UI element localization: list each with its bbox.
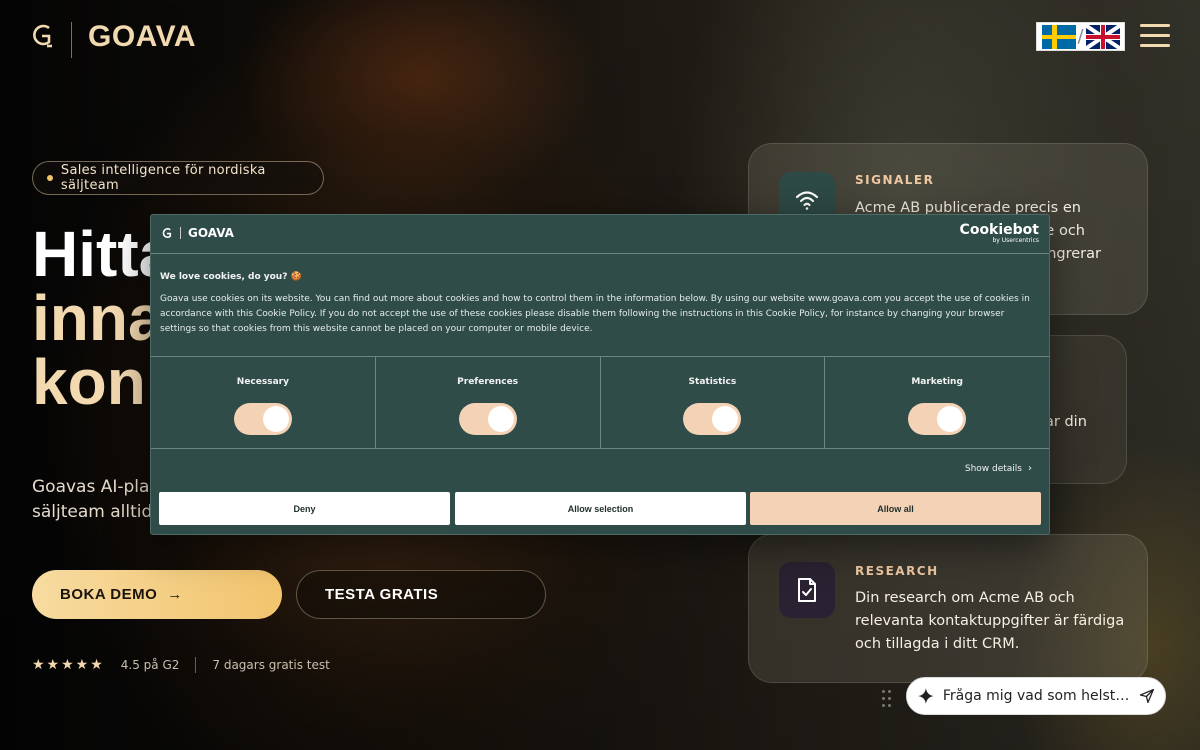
logo-divider [71,22,72,58]
marketing-toggle[interactable] [908,403,967,435]
rating-divider [195,657,197,673]
uk-flag-icon[interactable] [1085,24,1120,49]
cookie-logo-text: GOAVA [188,226,234,240]
allow-selection-button[interactable]: Allow selection [455,492,746,525]
cookiebot-brand-sub: by Usercentrics [992,237,1039,244]
category-label: Marketing [911,377,963,387]
try-free-label: TESTA GRATIS [325,586,439,603]
goava-logo-text[interactable]: GOAVA [88,20,196,54]
necessary-toggle[interactable] [233,403,292,435]
ai-chat-input[interactable]: Fråga mig vad som helst ... [906,677,1166,715]
cookiebot-brand: Cookiebot [959,222,1039,238]
show-details-label: Show details [964,464,1022,474]
cookie-dialog-body: Goava use cookies on its website. You ca… [160,294,1030,334]
site-header: GOAVA / [0,0,1200,80]
research-card: RESEARCH Din research om Acme AB och rel… [748,534,1148,683]
category-label: Preferences [457,377,519,387]
book-demo-button[interactable]: BOKA DEMO → [32,570,282,619]
cookie-category-preferences: Preferences [376,357,601,448]
arrow-right-icon: → [167,586,183,603]
cookie-categories: Necessary Preferences Statistics Marketi… [151,356,1049,449]
allow-all-button[interactable]: Allow all [750,492,1041,525]
category-label: Necessary [236,377,289,387]
signals-label: SIGNALER [855,173,935,187]
goava-logo-mark[interactable] [30,22,54,50]
language-separator: / [1077,26,1084,47]
cookie-category-statistics: Statistics [601,357,826,448]
try-free-button[interactable]: TESTA GRATIS [296,570,546,619]
free-trial-text: 7 dagars gratis test [212,658,330,672]
cookie-category-marketing: Marketing [825,357,1049,448]
language-switcher[interactable]: / [1036,22,1125,51]
cookie-dialog-title: We love cookies, do you? 🍪 [160,272,302,282]
cookie-consent-dialog: GOAVA Cookiebot by Usercentrics We love … [150,214,1050,535]
drag-handle-icon[interactable] [882,690,894,710]
cookiebot-logo[interactable]: Cookiebot by Usercentrics [960,223,1039,244]
document-check-icon [779,562,835,618]
show-details-link[interactable]: Show details › [965,463,1032,474]
research-label: RESEARCH [855,564,939,578]
chevron-right-icon: › [1028,463,1032,474]
research-text: Din research om Acme AB och relevanta ko… [855,590,1125,652]
preferences-toggle[interactable] [458,403,517,435]
swedish-flag-icon[interactable] [1041,24,1076,49]
hero-badge-text: Sales intelligence för nordiska säljteam [60,163,266,193]
cookie-goava-logo: GOAVA [161,226,234,240]
book-demo-label: BOKA DEMO [60,586,158,603]
cookie-category-necessary: Necessary [151,357,376,448]
rating-row: ★★★★★ 4.5 på G2 7 dagars gratis test [32,657,330,673]
category-label: Statistics [688,377,737,387]
rating-stars-icon: ★★★★★ [32,657,105,673]
sparkle-icon [917,688,934,704]
badge-dot-icon [47,175,53,181]
send-icon[interactable] [1139,688,1155,704]
hamburger-menu-icon[interactable] [1140,24,1170,48]
middle-card-text: ar din [1045,414,1087,430]
hero-badge: Sales intelligence för nordiska säljteam [32,161,324,195]
statistics-toggle[interactable] [683,403,742,435]
chat-placeholder: Fråga mig vad som helst ... [942,688,1132,704]
g2-rating: 4.5 på G2 [120,658,180,672]
deny-button[interactable]: Deny [159,492,450,525]
cookie-dialog-header: GOAVA Cookiebot by Usercentrics [151,215,1049,254]
